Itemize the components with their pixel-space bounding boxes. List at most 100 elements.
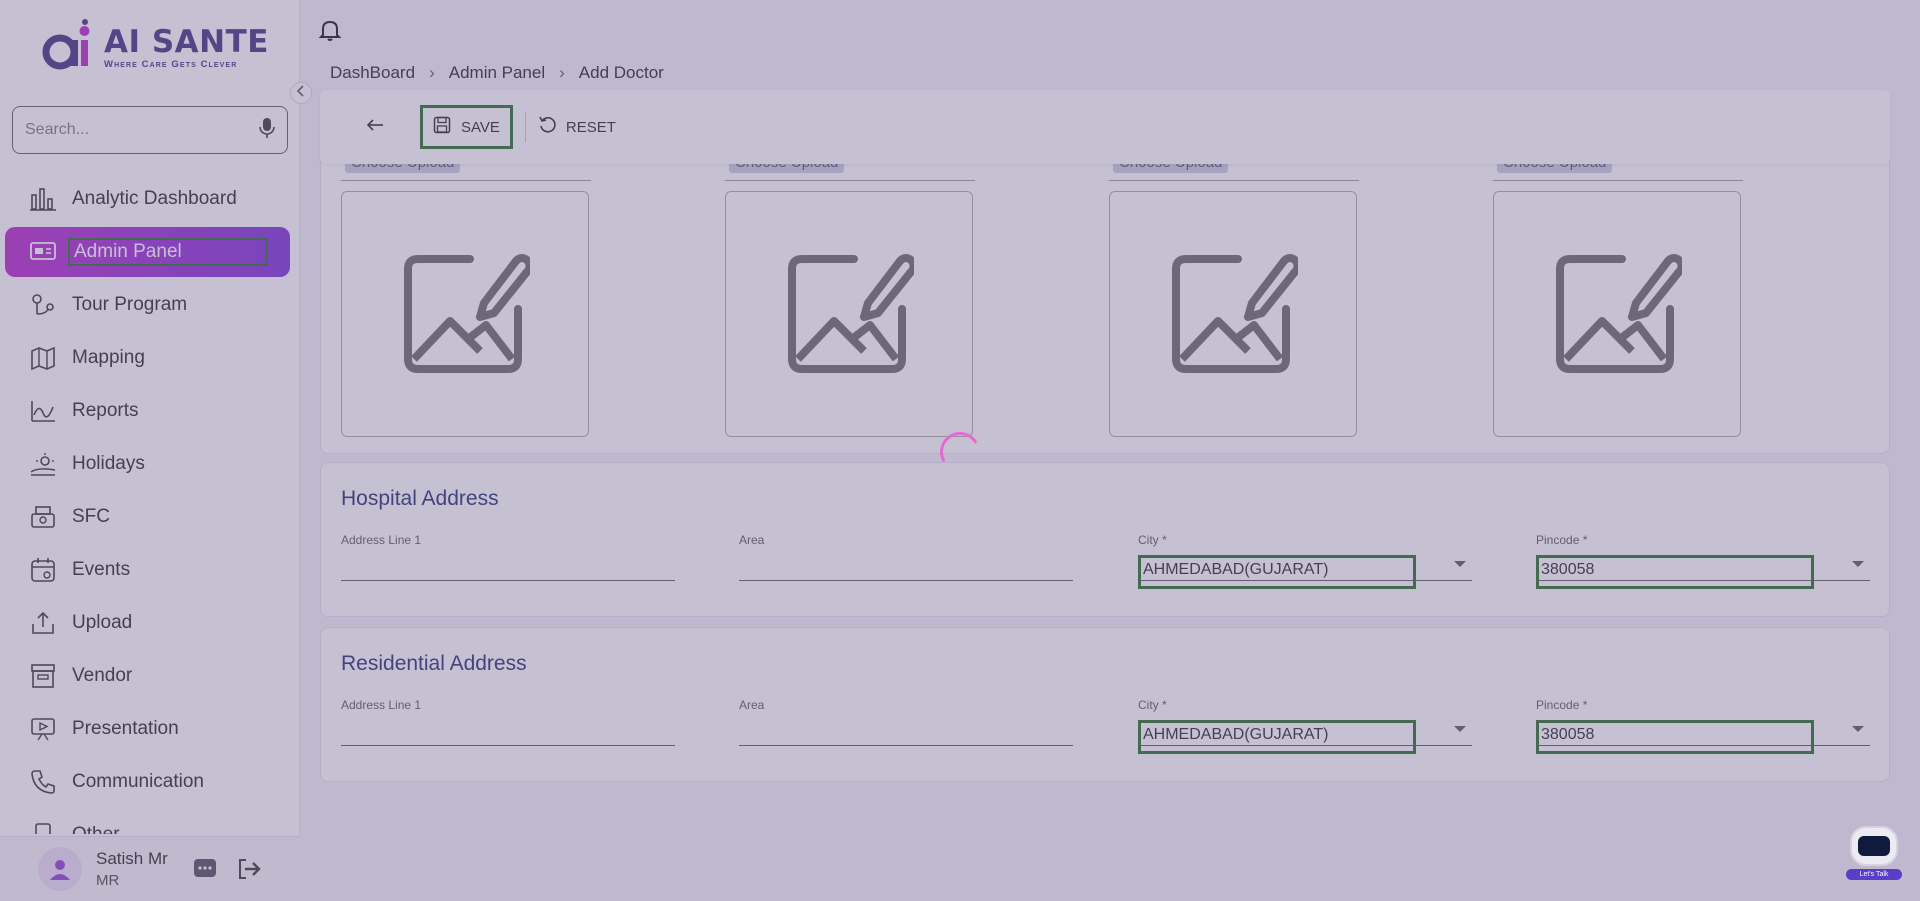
image-preview-box[interactable]	[341, 191, 589, 437]
upload-slot: Choose Upload	[1493, 141, 1743, 437]
field-label: Area	[739, 533, 765, 547]
save-label: SAVE	[461, 118, 500, 136]
residential-city-value: AHMEDABAD(GUJARAT)	[1138, 720, 1416, 754]
sidebar-item-label: Analytic Dashboard	[72, 188, 237, 209]
field-label: Area	[739, 698, 765, 712]
reset-button[interactable]: RESET	[538, 115, 616, 139]
search-input[interactable]: Search...	[12, 106, 288, 154]
dropdown-arrow-icon[interactable]	[1852, 726, 1864, 732]
upload-icon	[29, 609, 57, 637]
sidebar-item-label: Mapping	[72, 347, 145, 368]
app-logo[interactable]: AI SANTE Where Care Gets Clever	[38, 16, 269, 78]
breadcrumb-dashboard[interactable]: DashBoard	[330, 63, 415, 83]
residential-pincode-field: Pincode * 380058	[1536, 698, 1870, 754]
chatbot-label: Let's Talk	[1846, 869, 1902, 880]
field-label: Address Line 1	[341, 698, 422, 712]
hospital-address-line1-field: Address Line 1	[341, 533, 675, 581]
image-edit-icon	[784, 247, 918, 382]
sidebar-item-admin-panel[interactable]: Admin Panel	[5, 227, 290, 277]
report-chart-icon	[29, 397, 57, 425]
dropdown-arrow-icon[interactable]	[1454, 726, 1466, 732]
sidebar-item-holidays[interactable]: Holidays	[5, 439, 290, 489]
presentation-icon	[29, 715, 57, 743]
sidebar-item-label: Reports	[72, 400, 139, 421]
reset-label: RESET	[565, 118, 616, 136]
vendor-icon	[29, 662, 57, 690]
sidebar-item-label: Vendor	[72, 665, 133, 686]
sidebar-item-tour-program[interactable]: Tour Program	[5, 280, 290, 330]
upload-slot: Choose Upload	[1109, 141, 1359, 437]
user-role: MR	[96, 872, 120, 889]
hospital-city-select[interactable]: AHMEDABAD(GUJARAT)	[1138, 547, 1472, 589]
field-label: City *	[1138, 533, 1167, 547]
logout-icon[interactable]	[234, 854, 264, 884]
residential-area-input[interactable]	[739, 712, 1073, 746]
notification-bell-icon[interactable]	[318, 18, 342, 42]
residential-pincode-select[interactable]: 380058	[1536, 712, 1870, 754]
back-button[interactable]	[360, 112, 390, 142]
route-pin-icon	[29, 291, 57, 319]
sidebar-item-label: Upload	[72, 612, 133, 633]
sidebar-collapse-button[interactable]	[290, 82, 312, 104]
sidebar-item-reports[interactable]: Reports	[5, 386, 290, 436]
chat-icon[interactable]	[190, 854, 220, 884]
sidebar-item-label: Other	[72, 824, 120, 834]
phone-icon	[29, 768, 57, 796]
sidebar-item-mapping[interactable]: Mapping	[5, 333, 290, 383]
dropdown-arrow-icon[interactable]	[1454, 561, 1466, 567]
hospital-city-field: City * AHMEDABAD(GUJARAT)	[1138, 533, 1472, 589]
arrow-left-icon	[366, 118, 384, 137]
chevron-right-icon: ›	[429, 63, 435, 82]
toolbar-divider	[524, 112, 526, 142]
residential-address-line1-field: Address Line 1	[341, 698, 675, 746]
hospital-area-field: Area	[739, 533, 1073, 581]
chatbot-robot-icon	[1850, 826, 1898, 866]
sidebar-item-communication[interactable]: Communication	[5, 757, 290, 807]
upload-slot: Choose Upload	[725, 141, 975, 437]
hospital-area-input[interactable]	[739, 547, 1073, 581]
reset-icon	[538, 115, 558, 139]
save-button[interactable]: SAVE	[420, 105, 513, 149]
map-icon	[29, 344, 57, 372]
logo-tagline: Where Care Gets Clever	[104, 59, 238, 70]
hospital-address-section: Hospital Address Address Line 1 Area Cit…	[320, 462, 1890, 617]
sidebar-item-label: Holidays	[72, 453, 145, 474]
field-label: Pincode *	[1536, 533, 1588, 547]
calendar-icon	[29, 556, 57, 584]
image-preview-box[interactable]	[1493, 191, 1741, 437]
sidebar-item-vendor[interactable]: Vendor	[5, 651, 290, 701]
breadcrumb-admin-panel[interactable]: Admin Panel	[449, 63, 545, 83]
image-preview-box[interactable]	[1109, 191, 1357, 437]
sidebar-item-upload[interactable]: Upload	[5, 598, 290, 648]
chevron-left-icon	[296, 84, 306, 102]
sidebar-item-events[interactable]: Events	[5, 545, 290, 595]
residential-address-section: Residential Address Address Line 1 Area …	[320, 627, 1890, 782]
form-toolbar: SAVE RESET	[320, 90, 1890, 164]
sidebar: AI SANTE Where Care Gets Clever Search..…	[0, 0, 300, 901]
residential-address-line1-input[interactable]	[341, 712, 675, 746]
image-edit-icon	[1168, 247, 1302, 382]
sidebar-item-label: SFC	[72, 506, 110, 527]
image-preview-box[interactable]	[725, 191, 973, 437]
image-edit-icon	[1552, 247, 1686, 382]
dropdown-arrow-icon[interactable]	[1852, 561, 1864, 567]
upload-slot: Choose Upload	[341, 141, 591, 437]
hospital-city-value: AHMEDABAD(GUJARAT)	[1138, 555, 1416, 589]
beach-sun-icon	[29, 450, 57, 478]
residential-address-title: Residential Address	[341, 652, 527, 675]
sidebar-item-analytic-dashboard[interactable]: Analytic Dashboard	[5, 174, 290, 224]
other-icon	[29, 821, 57, 834]
sidebar-item-label: Admin Panel	[68, 238, 268, 266]
field-label: Address Line 1	[341, 533, 422, 547]
hospital-pincode-select[interactable]: 380058	[1536, 547, 1870, 589]
avatar[interactable]	[38, 847, 82, 891]
sidebar-item-other[interactable]: Other	[5, 810, 290, 834]
bar-chart-icon	[29, 185, 57, 213]
microphone-icon[interactable]	[259, 117, 275, 144]
residential-city-select[interactable]: AHMEDABAD(GUJARAT)	[1138, 712, 1472, 754]
sidebar-item-sfc[interactable]: SFC	[5, 492, 290, 542]
chatbot-button[interactable]: Let's Talk	[1846, 826, 1902, 884]
hospital-pincode-field: Pincode * 380058	[1536, 533, 1870, 589]
hospital-address-line1-input[interactable]	[341, 547, 675, 581]
sidebar-item-presentation[interactable]: Presentation	[5, 704, 290, 754]
